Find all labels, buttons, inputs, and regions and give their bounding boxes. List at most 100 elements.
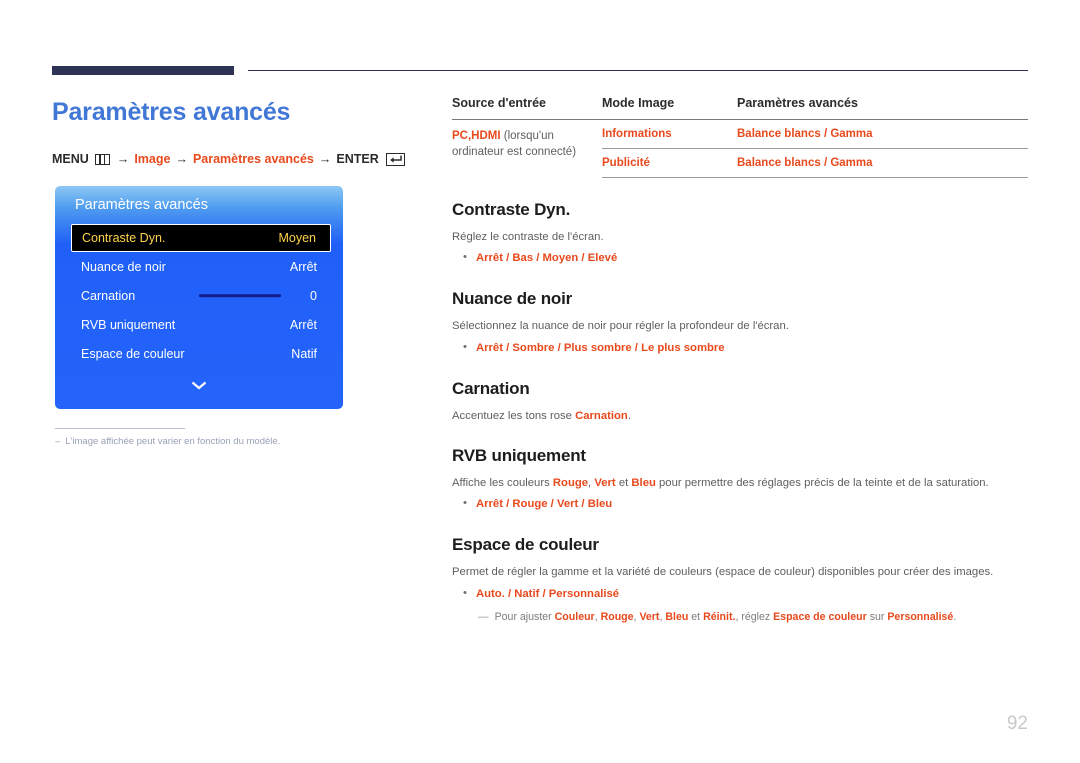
osd-item-value: Natif	[291, 346, 317, 361]
table-cell-source-accent: PC,HDMI	[452, 130, 501, 142]
osd-item-espace-de-couleur[interactable]: Espace de couleur Natif	[71, 339, 331, 368]
osd-item-value: Arrêt	[289, 317, 317, 332]
subnote-sep-7: .	[953, 610, 957, 623]
table-row: PC,HDMI (lorsqu'un ordinateur est connec…	[452, 120, 1028, 158]
advanced-sep: /	[823, 157, 828, 169]
subnote-text: Pour ajuster Couleur, Rouge, Vert, Bleu …	[495, 610, 957, 625]
carnation-slider[interactable]	[199, 293, 281, 298]
bullet-dot: •	[463, 586, 467, 599]
left-note: – L'image affichée peut varier en foncti…	[55, 436, 280, 447]
subnote-sep-6: sur	[866, 610, 888, 623]
breadcrumb-arrow-1: →	[116, 152, 130, 166]
desc-sep-2: et	[615, 477, 632, 489]
advanced-a: Balance blancs	[737, 157, 821, 169]
desc-post: pour permettre des réglages précis de la…	[655, 477, 989, 489]
header-rule-thin	[248, 70, 1028, 71]
enter-return-icon	[385, 152, 405, 166]
table-cell-source: PC,HDMI (lorsqu'un ordinateur est connec…	[452, 120, 602, 178]
osd-item-contraste-dyn[interactable]: Contraste Dyn. Moyen	[71, 224, 331, 252]
breadcrumb-step-advanced[interactable]: Paramètres avancés	[193, 152, 314, 166]
section-contraste-dyn: Contraste Dyn. Réglez le contraste de l'…	[452, 200, 1028, 267]
breadcrumb-menu-label: MENU	[52, 152, 89, 166]
desc-pre: Affiche les couleurs	[452, 477, 553, 489]
chevron-down-icon	[191, 381, 207, 390]
osd-item-value: Moyen	[278, 231, 316, 245]
section-options-text: Arrêt / Rouge / Vert / Bleu	[475, 498, 613, 511]
table-col-header-advanced: Paramètres avancés	[737, 96, 1028, 120]
advanced-a: Balance blancs	[737, 128, 821, 140]
section-heading: Carnation	[452, 378, 530, 398]
desc-accent-rouge: Rouge	[552, 477, 589, 489]
osd-menu-list: Contraste Dyn. Moyen Nuance de noir Arrê…	[71, 224, 331, 368]
section-description: Réglez le contraste de l'écran.	[452, 231, 604, 243]
desc-accent-bleu: Bleu	[631, 477, 656, 489]
header-rule-thick	[52, 66, 234, 75]
osd-item-label: RVB uniquement	[81, 317, 176, 332]
table-col-header-source: Source d'entrée	[452, 96, 602, 120]
menu-bars-icon	[94, 153, 110, 165]
subnote-accent-espace: Espace de couleur	[773, 610, 867, 623]
section-nuance-de-noir: Nuance de noir Sélectionnez la nuance de…	[452, 289, 1028, 356]
subnote-accent-bleu: Bleu	[665, 610, 689, 623]
subnote-accent-reinit: Réinit.	[703, 610, 736, 623]
osd-item-value: Arrêt	[289, 259, 317, 274]
page-number: 92	[1006, 713, 1028, 734]
breadcrumb-enter-label: ENTER	[336, 152, 379, 166]
section-options: • Arrêt / Sombre / Plus sombre / Le plus…	[463, 340, 1028, 357]
breadcrumb-arrow-2: →	[175, 152, 188, 166]
osd-item-label: Carnation	[81, 288, 136, 303]
section-description: Permet de régler la gamme et la variété …	[452, 566, 994, 579]
section-options: • Arrêt / Rouge / Vert / Bleu	[463, 496, 1028, 513]
section-heading: RVB uniquement	[452, 446, 586, 465]
section-description: Sélectionnez la nuance de noir pour régl…	[452, 320, 789, 333]
section-heading: Nuance de noir	[452, 289, 573, 309]
subnote-dash: —	[478, 610, 489, 623]
section-options-text: Arrêt / Bas / Moyen / Elevé	[475, 252, 618, 265]
subnote-accent-vert: Vert	[639, 610, 660, 623]
left-note-dash: –	[55, 436, 61, 447]
subnote-pre: Pour ajuster	[494, 610, 555, 623]
advanced-sep: /	[823, 128, 828, 140]
osd-item-nuance-de-noir[interactable]: Nuance de noir Arrêt	[71, 252, 331, 281]
breadcrumb-step-image[interactable]: Image	[134, 152, 170, 166]
section-carnation: Carnation Accentuez les tons rose Carnat…	[452, 379, 1028, 424]
left-note-text: L'image affichée peut varier en fonction…	[65, 436, 281, 447]
osd-item-rvb-uniquement[interactable]: RVB uniquement Arrêt	[71, 310, 331, 339]
section-rvb-uniquement: RVB uniquement Affiche les couleurs Roug…	[452, 446, 1028, 513]
section-description: Accentuez les tons rose Carnation.	[452, 408, 1028, 424]
section-heading: Contraste Dyn.	[452, 200, 571, 219]
section-subnote: — Pour ajuster Couleur, Rouge, Vert, Ble…	[478, 610, 1028, 625]
osd-item-carnation[interactable]: Carnation 0	[71, 281, 331, 310]
section-heading: Espace de couleur	[452, 535, 599, 555]
table-cell-mode: Publicité	[602, 148, 737, 178]
content-column: Source d'entrée Mode Image Paramètres av…	[452, 96, 1028, 625]
desc-accent: Carnation	[575, 409, 628, 422]
table-header-row: Source d'entrée Mode Image Paramètres av…	[452, 96, 1028, 120]
table-cell-advanced: Balance blancs / Gamma	[737, 148, 1028, 178]
left-note-rule	[55, 428, 185, 429]
desc-pre: Accentuez les tons rose	[452, 409, 576, 422]
table-cell-advanced: Balance blancs / Gamma	[737, 120, 1028, 149]
osd-scroll-down[interactable]	[55, 377, 343, 395]
osd-panel: Paramètres avancés Contraste Dyn. Moyen …	[55, 186, 343, 409]
breadcrumb-arrow-3: →	[318, 152, 332, 166]
osd-item-label: Espace de couleur	[81, 346, 185, 361]
advanced-b: Gamma	[830, 128, 873, 140]
table-cell-mode: Informations	[602, 128, 672, 140]
section-options-text: Auto. / Natif / Personnalisé	[475, 587, 620, 600]
osd-item-label: Contraste Dyn.	[82, 231, 166, 245]
osd-title: Paramètres avancés	[75, 197, 208, 213]
compat-table: Source d'entrée Mode Image Paramètres av…	[452, 96, 1028, 178]
osd-item-value: 0	[310, 288, 317, 303]
table-col-header-mode: Mode Image	[602, 96, 737, 120]
desc-accent-vert: Vert	[594, 477, 616, 489]
section-description: Affiche les couleurs Rouge, Vert et Bleu…	[452, 475, 1028, 491]
section-options: • Arrêt / Bas / Moyen / Elevé	[463, 250, 1028, 267]
advanced-b: Gamma	[830, 157, 873, 169]
desc-post: .	[627, 409, 631, 422]
section-espace-de-couleur: Espace de couleur Permet de régler la ga…	[452, 535, 1028, 625]
section-options-text: Arrêt / Sombre / Plus sombre / Le plus s…	[475, 341, 725, 354]
osd-item-label: Nuance de noir	[81, 259, 166, 274]
breadcrumb: MENU → Image → Paramètres avancés → ENTE…	[52, 152, 405, 166]
bullet-dot: •	[463, 251, 467, 264]
